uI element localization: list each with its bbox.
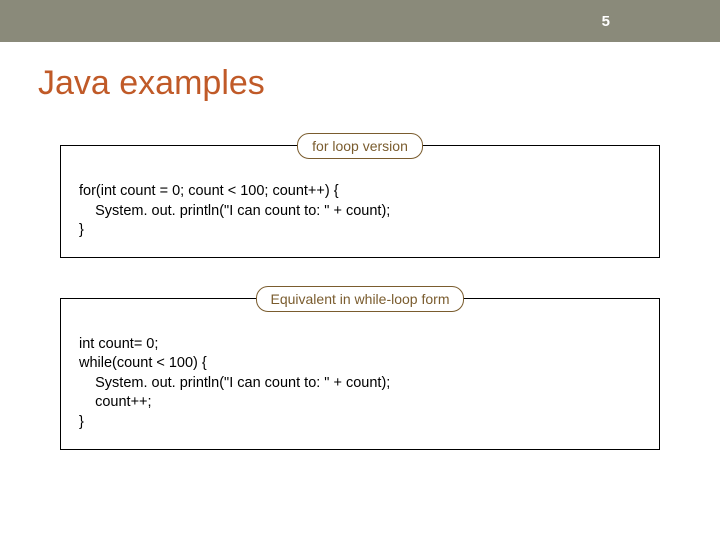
section-label-wrapper: for loop version <box>60 133 660 159</box>
section-label-while: Equivalent in while-loop form <box>256 286 465 312</box>
code-line: while(count < 100) { <box>79 354 641 374</box>
slide-title: Java examples <box>38 64 720 103</box>
code-line: } <box>79 413 641 433</box>
section-label-wrapper: Equivalent in while-loop form <box>60 286 660 312</box>
code-box-for: for(int count = 0; count < 100; count++)… <box>60 145 660 258</box>
code-line: count++; <box>79 393 641 413</box>
code-line: for(int count = 0; count < 100; count++)… <box>79 182 641 202</box>
content-area: for loop version for(int count = 0; coun… <box>0 103 720 450</box>
code-line: System. out. println("I can count to: " … <box>79 202 641 222</box>
code-line: System. out. println("I can count to: " … <box>79 374 641 394</box>
code-line: int count= 0; <box>79 335 641 355</box>
section-label-for: for loop version <box>297 133 423 159</box>
page-number: 5 <box>602 13 610 30</box>
code-box-while: int count= 0; while(count < 100) { Syste… <box>60 298 660 450</box>
header-bar: 5 <box>0 0 720 42</box>
code-line: } <box>79 221 641 241</box>
